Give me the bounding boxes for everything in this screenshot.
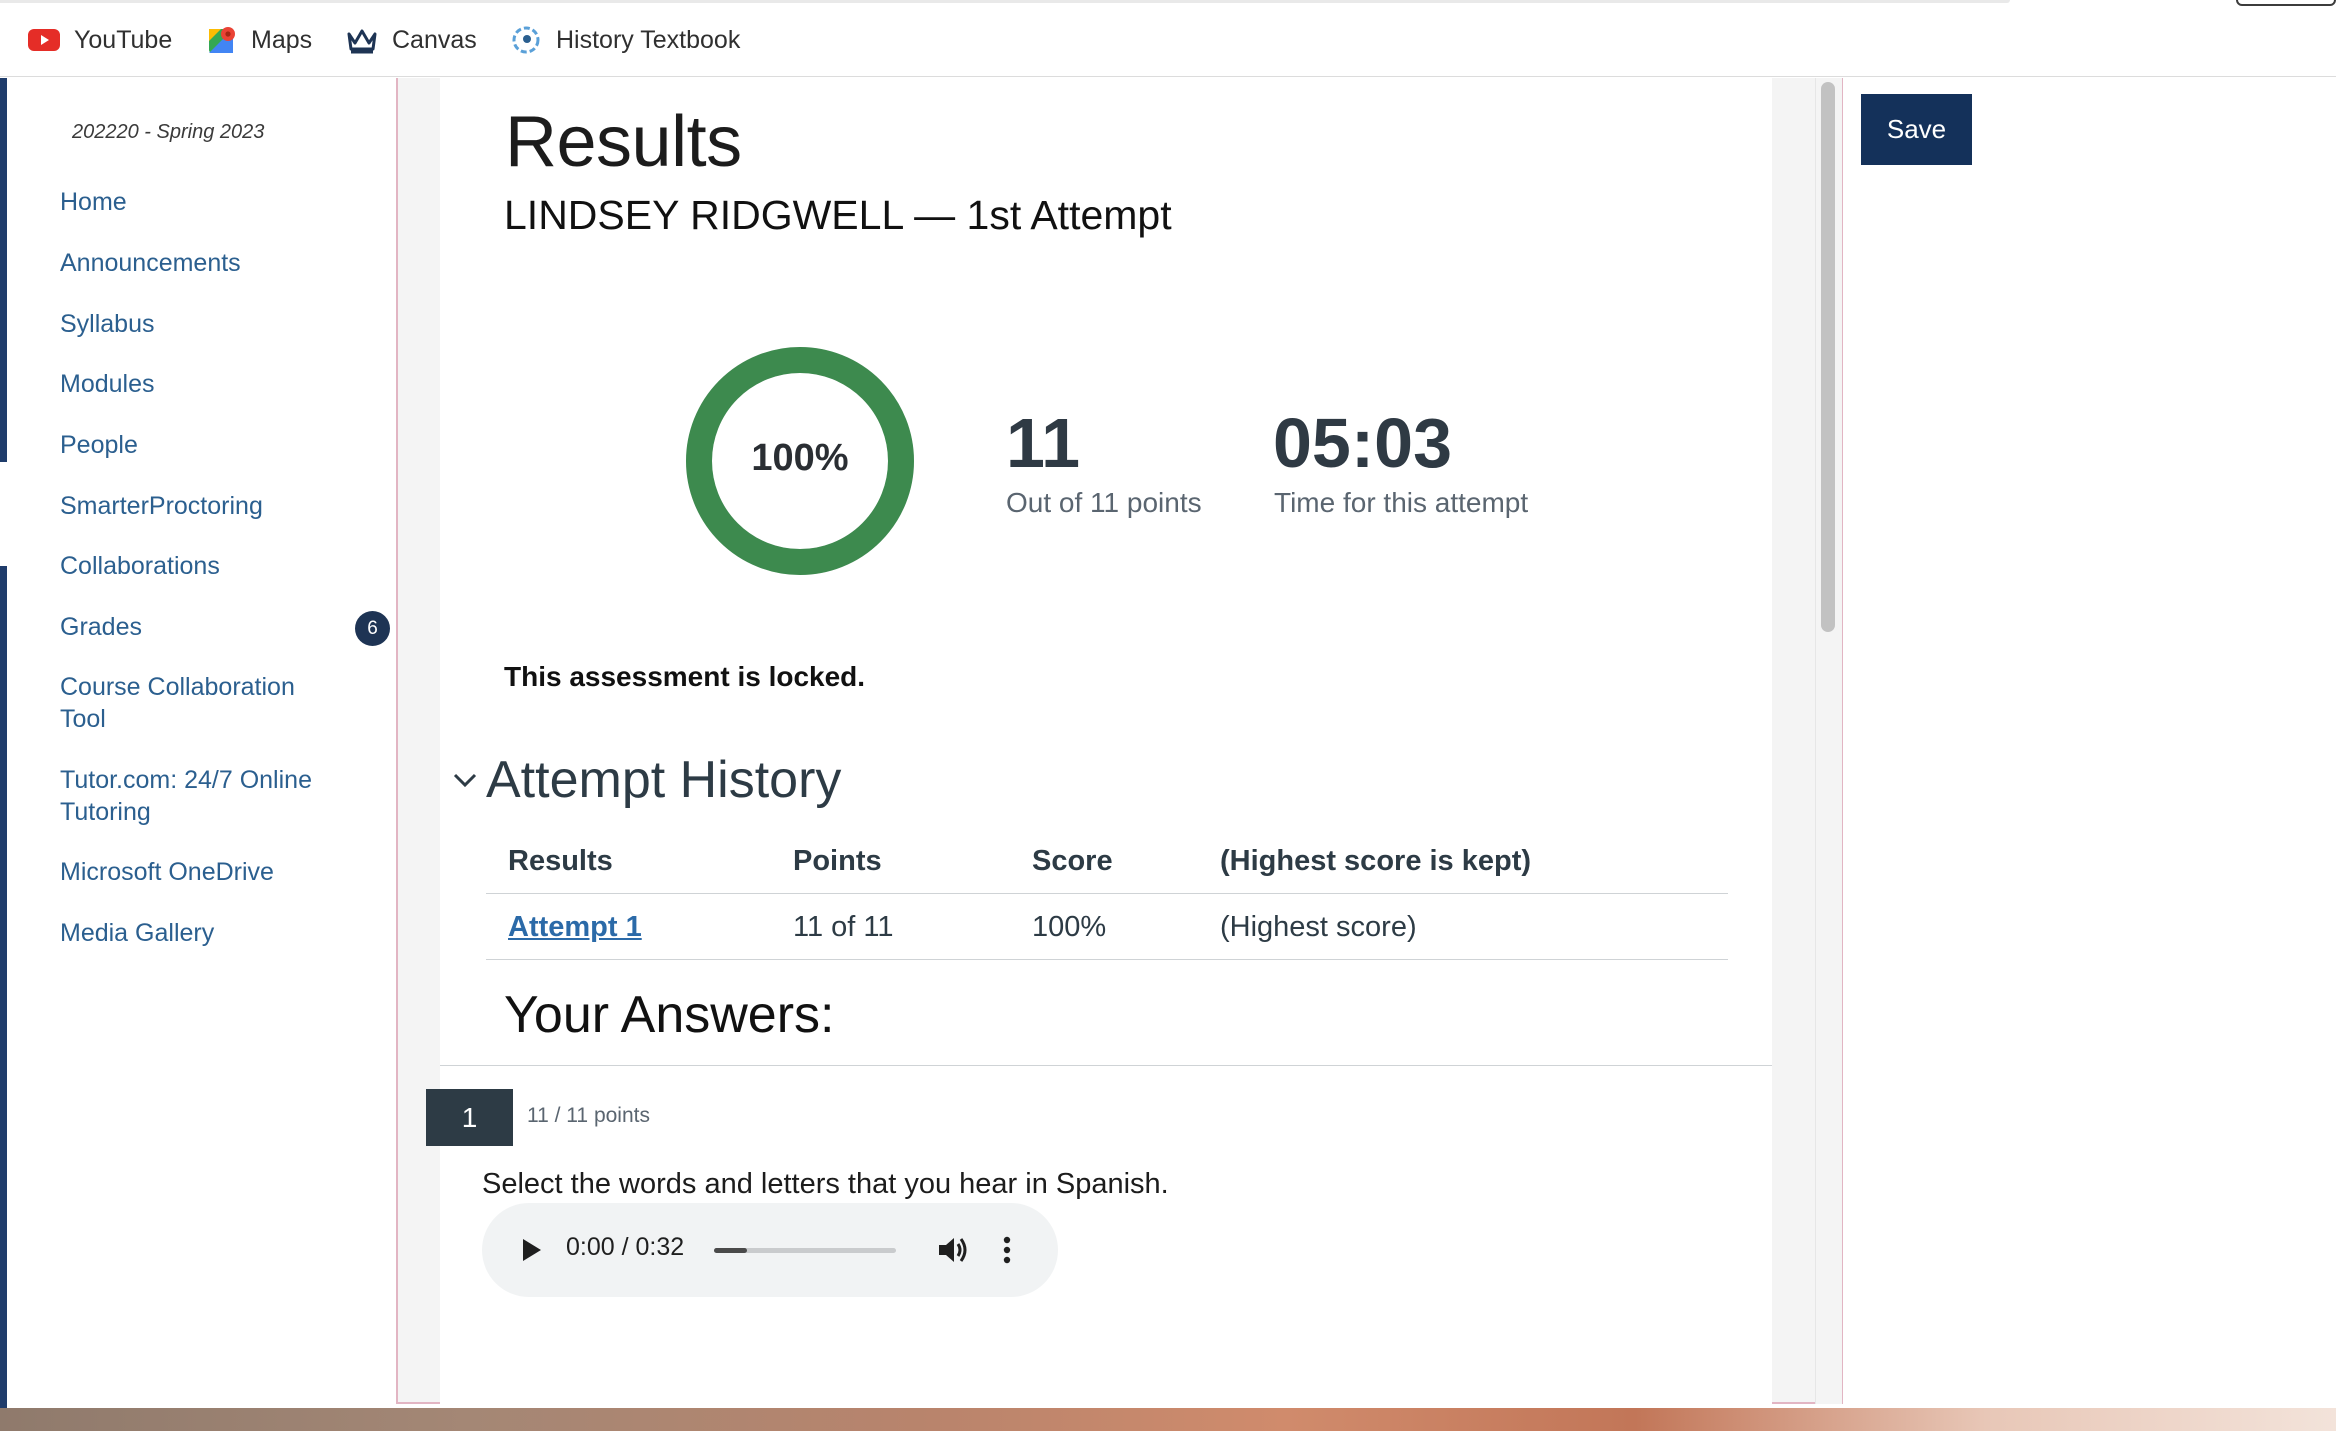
nav-modules[interactable]: Modules [60, 368, 350, 400]
course-term: 202220 - Spring 2023 [72, 121, 265, 143]
table-row: Attempt 1 11 of 11 100% (Highest score) [486, 894, 1728, 960]
chevron-down-icon[interactable] [450, 765, 480, 795]
question-points: 11 / 11 points [527, 1104, 650, 1127]
address-bar-edge [0, 0, 2010, 3]
nav-people[interactable]: People [60, 429, 350, 461]
attempt-history-table: Results Points Score (Highest score is k… [486, 828, 1728, 960]
bookmark-label: History Textbook [556, 25, 741, 54]
youtube-icon [28, 28, 60, 52]
locked-message: This assessment is locked. [504, 661, 866, 692]
bookmark-label: YouTube [74, 25, 173, 54]
audio-time: 0:00 / 0:32 [566, 1233, 685, 1261]
page-title: Results [505, 102, 742, 182]
play-icon[interactable] [518, 1237, 544, 1263]
column-header-results: Results [508, 844, 613, 877]
column-header-note: (Highest score is kept) [1220, 844, 1532, 877]
audio-player: 0:00 / 0:32 [482, 1203, 1058, 1297]
column-header-score: Score [1032, 844, 1113, 877]
profile-button-edge[interactable] [2236, 0, 2336, 6]
your-answers-heading: Your Answers: [504, 986, 835, 1044]
time-value: 05:03 [1273, 404, 1453, 482]
audio-progress-fill [714, 1248, 747, 1253]
question-number: 1 [426, 1089, 513, 1146]
frame-scrollbar-thumb[interactable] [1821, 82, 1835, 632]
more-options-icon[interactable] [1002, 1235, 1012, 1265]
bookmark-label: Canvas [392, 25, 477, 54]
question-text: Select the words and letters that you he… [482, 1168, 1169, 1200]
nav-grades[interactable]: Grades [60, 611, 350, 643]
answers-divider [440, 1065, 1772, 1066]
nav-media-gallery[interactable]: Media Gallery [60, 917, 350, 949]
desktop-wallpaper-strip [0, 1408, 2336, 1431]
course-nav-accent-bar [0, 78, 7, 1408]
nav-tutor[interactable]: Tutor.com: 24/7 Online Tutoring [60, 764, 345, 828]
nav-home[interactable]: Home [60, 186, 350, 218]
nav-collaborations[interactable]: Collaborations [60, 550, 350, 582]
history-textbook-icon [510, 24, 542, 56]
save-button[interactable]: Save [1861, 94, 1972, 165]
attempt-note: (Highest score) [1220, 910, 1417, 943]
points-value: 11 [1006, 404, 1080, 482]
bookmark-youtube[interactable]: YouTube [28, 22, 172, 58]
attempt-history-heading[interactable]: Attempt History [486, 750, 841, 810]
points-caption: Out of 11 points [1006, 487, 1202, 518]
student-attempt-heading: LINDSEY RIDGWELL — 1st Attempt [504, 192, 1172, 238]
bookmark-maps[interactable]: Maps [207, 22, 312, 58]
score-percent: 100% [751, 437, 849, 479]
nav-smarterproctoring[interactable]: SmarterProctoring [60, 490, 350, 522]
attempt-points: 11 of 11 [793, 910, 894, 943]
nav-syllabus[interactable]: Syllabus [60, 308, 350, 340]
bookmarks-bar: YouTube Maps Canvas History Textbook [0, 0, 2336, 77]
maps-icon [207, 25, 237, 55]
bookmark-label: Maps [251, 25, 313, 54]
nav-course-collaboration-tool[interactable]: Course Collaboration Tool [60, 671, 310, 735]
column-header-points: Points [793, 844, 882, 877]
audio-progress-slider[interactable] [714, 1248, 896, 1253]
attempt-score: 100% [1032, 910, 1107, 943]
bookmark-canvas[interactable]: Canvas [346, 22, 477, 58]
canvas-icon [346, 26, 378, 54]
volume-icon[interactable] [935, 1232, 971, 1268]
grades-count-badge: 6 [355, 611, 390, 646]
table-header-row: Results Points Score (Highest score is k… [486, 828, 1728, 894]
nav-announcements[interactable]: Announcements [60, 247, 350, 279]
time-caption: Time for this attempt [1274, 487, 1529, 518]
attempt-1-link[interactable]: Attempt 1 [508, 911, 642, 944]
nav-microsoft-onedrive[interactable]: Microsoft OneDrive [60, 856, 350, 888]
course-nav-accent-gap [0, 462, 7, 566]
bookmark-history-textbook[interactable]: History Textbook [510, 22, 740, 58]
